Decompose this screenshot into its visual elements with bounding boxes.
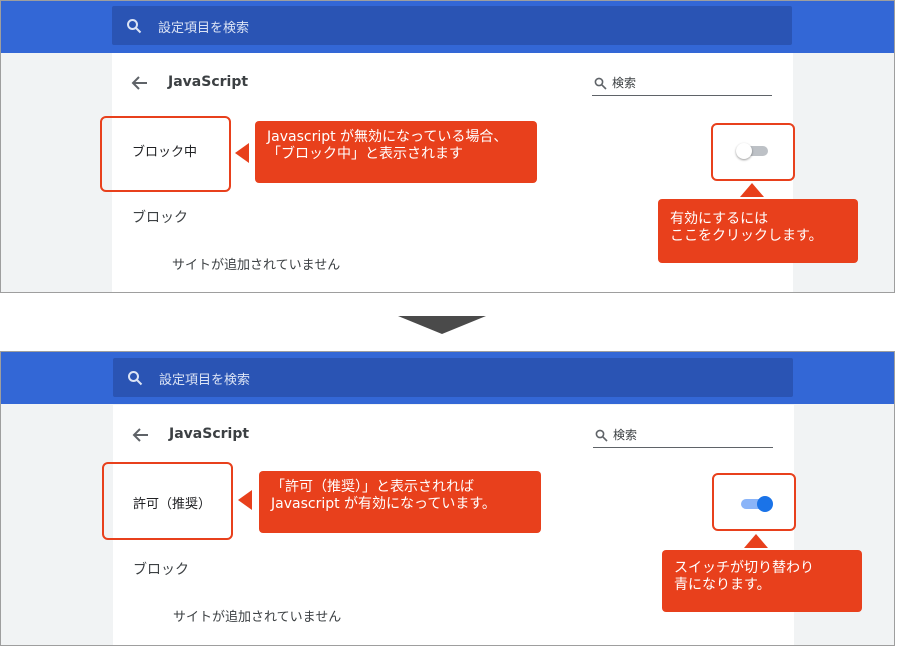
toggle-callout: 有効にするには ここをクリックします。 <box>658 199 858 263</box>
search-icon <box>126 18 142 34</box>
status-highlight-box <box>102 462 233 540</box>
toggle-callout: スイッチが切り替わり 青になります。 <box>662 550 862 612</box>
search-icon <box>594 75 607 90</box>
search-placeholder: 設定項目を検索 <box>159 373 251 388</box>
settings-panel-before: 設定項目を検索 JavaScript 検索 ブロック中 ブロック サイトが追加さ… <box>0 0 895 293</box>
top-bar: 設定項目を検索 <box>1 352 894 404</box>
search-icon <box>127 370 143 386</box>
settings-search-box[interactable]: 設定項目を検索 <box>113 358 793 397</box>
card-search-label: 検索 <box>612 76 637 90</box>
callout-line: スイッチが切り替わり <box>674 560 814 576</box>
top-bar: 設定項目を検索 <box>1 1 894 53</box>
callout-line: 「許可（推奨）」と表示されれば <box>271 479 474 495</box>
page-title: JavaScript <box>168 74 249 90</box>
transition-arrow-down <box>398 316 486 334</box>
callout-pointer <box>744 534 768 548</box>
callout-line: 有効にするには <box>670 211 769 227</box>
search-placeholder: 設定項目を検索 <box>158 21 250 36</box>
page-title: JavaScript <box>169 426 250 442</box>
empty-list-message: サイトが追加されていません <box>172 258 341 273</box>
callout-line: 「ブロック中」と表示されます <box>267 146 463 162</box>
arrow-left-icon[interactable] <box>131 425 151 445</box>
block-section-heading: ブロック <box>133 562 189 578</box>
callout-line: 青になります。 <box>674 577 771 593</box>
settings-panel-after: 設定項目を検索 JavaScript 検索 許可（推奨） ブロック サイトが追加… <box>0 351 895 646</box>
callout-pointer <box>235 143 249 163</box>
callout-line: Javascript が有効になっています。 <box>271 496 496 512</box>
status-highlight-box <box>100 116 231 192</box>
search-icon <box>595 427 608 442</box>
card-search-label: 検索 <box>613 428 638 442</box>
settings-search-box[interactable]: 設定項目を検索 <box>112 6 792 45</box>
toggle-highlight-box <box>711 123 795 181</box>
block-section-heading: ブロック <box>132 210 188 226</box>
callout-line: ここをクリックします。 <box>670 228 823 244</box>
arrow-left-icon[interactable] <box>130 73 150 93</box>
toggle-highlight-box <box>712 473 796 531</box>
card-search-field[interactable]: 検索 <box>593 425 773 448</box>
callout-pointer <box>238 490 252 510</box>
status-callout: Javascript が無効になっている場合、 「ブロック中」と表示されます <box>255 121 537 183</box>
callout-pointer <box>740 183 764 197</box>
callout-line: Javascript が無効になっている場合、 <box>267 129 508 145</box>
card-search-field[interactable]: 検索 <box>592 73 772 96</box>
empty-list-message: サイトが追加されていません <box>173 610 342 625</box>
status-callout: 「許可（推奨）」と表示されれば Javascript が有効になっています。 <box>259 471 541 533</box>
